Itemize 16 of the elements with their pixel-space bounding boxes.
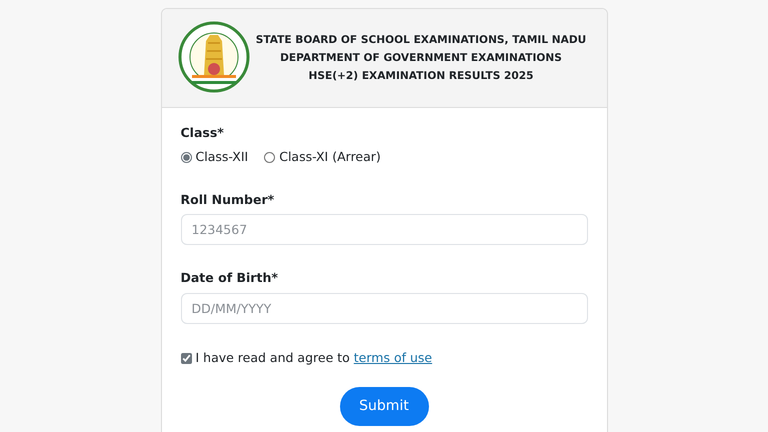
submit-button[interactable]: Submit [340, 386, 428, 426]
option-label: Class-XII [196, 148, 248, 166]
radio-button[interactable] [264, 152, 276, 163]
field-label: Date of Birth* [180, 269, 279, 288]
checkbox[interactable] [180, 352, 192, 364]
header-title: HSE(+2) EXAMINATION RESULTS 2025 [308, 69, 534, 84]
header-title: DEPARTMENT OF GOVERNMENT EXAMINATIONS [280, 51, 562, 66]
radio-button[interactable] [180, 152, 192, 163]
agreement-text: I have read and agree to [196, 349, 350, 367]
terms-link[interactable]: terms of use [354, 349, 432, 368]
option-label: Class-XI (Arrear) [279, 148, 381, 166]
field-label: Roll Number* [180, 190, 276, 208]
input-field[interactable]: DD/MM/YYYY [180, 293, 588, 324]
header-title: STATE BOARD OF SCHOOL EXAMINATIONS, TAMIL NADU [256, 33, 586, 48]
input-field[interactable]: 1234567 [180, 214, 588, 246]
field-label: Class* [180, 124, 225, 142]
